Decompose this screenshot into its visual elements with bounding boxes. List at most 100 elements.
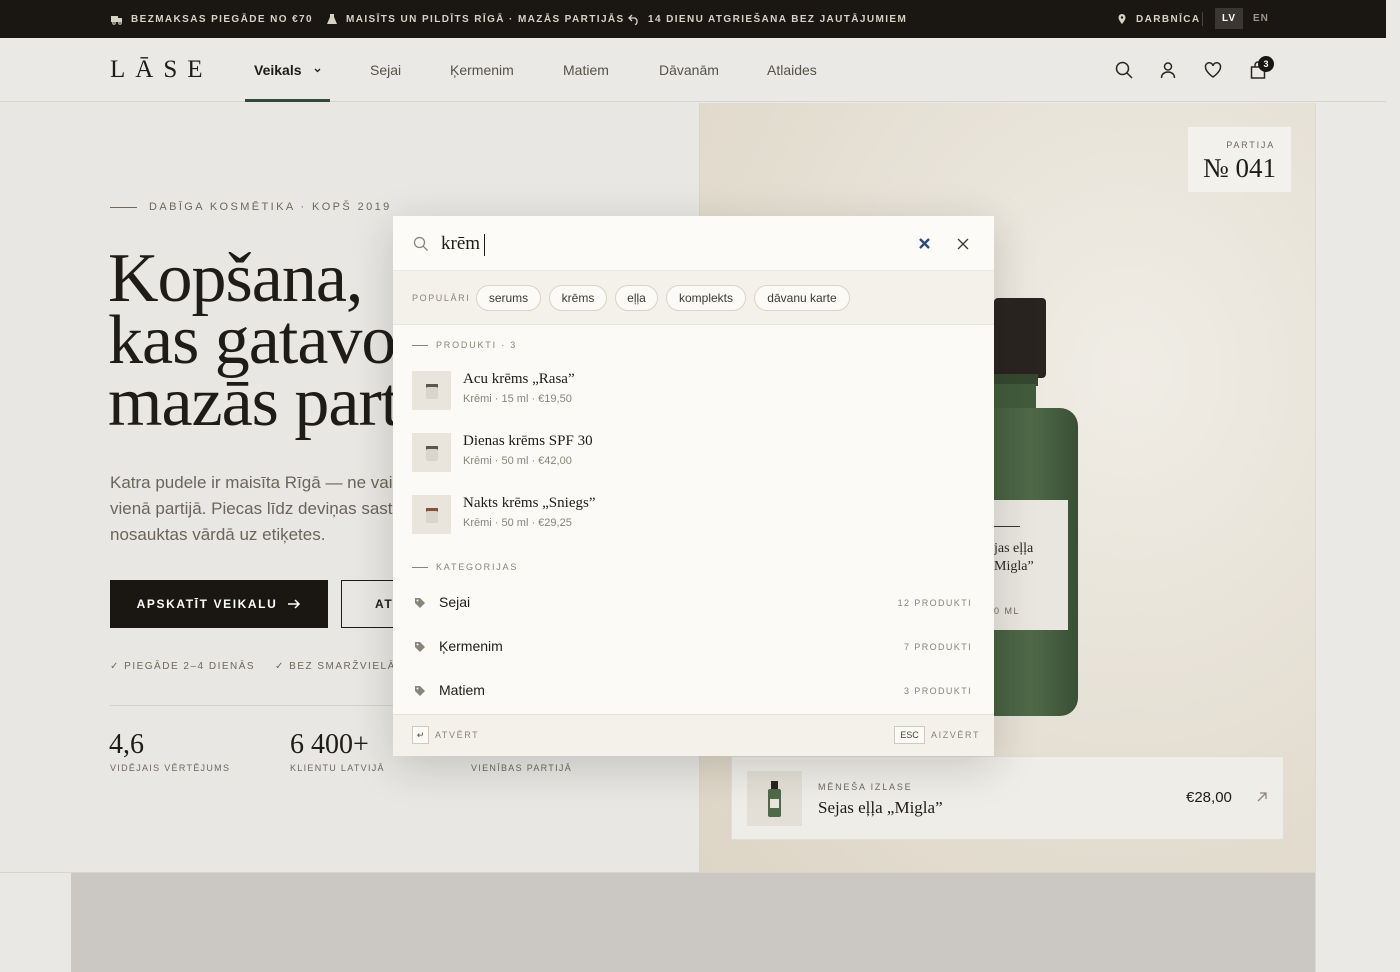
month-pick-thumbnail [747,771,802,826]
popular-chip[interactable]: serums [476,285,541,311]
category-name: Sejai [439,594,471,610]
nav-body[interactable]: Ķermenim [450,62,514,78]
feature-fragrance-free: ✓ BEZ SMARŽVIELĀM [275,661,406,672]
category-name: Matiem [439,682,485,698]
product-result[interactable]: Dienas krēms SPF 30 Krēmi · 50 ml · €42,… [412,433,974,473]
categories-section-label: KATEGORIJAS [412,562,518,572]
label-rule [994,526,1020,527]
esc-key-hint: ESC [894,726,925,744]
feature-delivery: ✓ PIEGĀDE 2–4 DIENĀS [110,661,256,672]
products-section-label: PRODUKTI · 3 [412,340,517,350]
close-icon[interactable] [956,237,970,251]
bottle-label-volume: 0 ML [994,606,1021,616]
batch-card: PARTIJA № 041 [1188,127,1291,192]
shop-button-label: APSKATĪT VEIKALU [136,597,278,611]
lang-en-button[interactable]: EN [1253,13,1269,24]
section-dash [412,344,428,346]
active-nav-indicator [245,99,330,102]
category-result[interactable]: Ķermenim 7 PRODUKTI [412,636,974,658]
workshop-link[interactable]: DARBNĪCA [1116,13,1201,25]
search-icon [413,236,428,251]
month-pick-title: Sejas eļļa „Migla” [818,798,943,817]
chevron-down-icon [314,68,321,73]
bottle-label: jas eļļa Migla” 0 ML [994,500,1068,630]
made-text: MAISĪTS UN PILDĪTS RĪGĀ · MAZĀS PARTIJĀS [346,13,625,25]
bottle-label-name: jas eļļa Migla” [994,541,1034,574]
popular-label: POPULĀRI [412,293,471,303]
popular-chip[interactable]: komplekts [666,285,746,311]
arrow-right-icon [288,599,301,609]
popular-chip[interactable]: eļļa [615,285,658,311]
next-section-panel [71,873,1315,972]
product-meta: Krēmi · 50 ml · €29,25 [463,517,572,529]
nav-hair[interactable]: Matiem [563,62,609,78]
products-label-text: PRODUKTI · 3 [436,340,518,350]
hero-eyebrow: DABĪGA KOSMĒTIKA · KOPŠ 2019 [110,201,392,213]
popular-searches: POPULĀRI serums krēms eļļa komplekts dāv… [393,271,994,325]
next-section [0,872,1315,972]
batch-number: № 041 [1202,153,1276,183]
search-footer: ↵ ATVĒRT ESC AIZVĒRT [393,714,994,756]
product-name: Dienas krēms SPF 30 [463,433,593,449]
product-thumbnail [412,495,451,534]
wishlist-heart-icon[interactable] [1203,60,1223,80]
eyebrow-text: DABĪGA KOSMĒTIKA · KOPŠ 2019 [149,201,392,213]
truck-icon [111,16,122,25]
returns-notice: 14 DIENU ATGRIEŠANA BEZ JAUTĀJUMIEM [628,13,907,25]
month-pick-kicker: MĒNEŠA IZLASE [818,782,913,792]
divider [1202,12,1203,26]
batch-label: PARTIJA [1226,140,1275,150]
jar-body [426,449,438,461]
location-pin-icon [1118,14,1126,24]
product-name: Acu krēms „Rasa” [463,371,575,387]
nav-shop-label: Veikals [254,62,302,78]
lang-lv-button[interactable]: LV [1215,8,1243,29]
product-thumbnail [412,371,451,410]
search-input[interactable] [441,228,841,260]
category-count: 3 PRODUKTI [903,686,972,696]
workshop-text: DARBNĪCA [1136,13,1201,25]
open-hint-label: ATVĒRT [435,730,480,740]
stat-customers-value: 6 400+ [290,729,369,760]
product-result[interactable]: Acu krēms „Rasa” Krēmi · 15 ml · €19,50 [412,371,974,411]
stat-rating-value: 4,6 [109,729,144,760]
section-dash [412,566,428,568]
month-pick-price: €28,00 [1186,789,1232,806]
cart-count-badge: 3 [1258,56,1274,72]
tag-icon [415,686,425,696]
nav-sale[interactable]: Atlaides [767,62,817,78]
search-icon[interactable] [1114,60,1134,80]
nav-gifts[interactable]: Dāvanām [659,62,719,78]
return-icon [628,14,638,25]
announcement-bar: BEZMAKSAS PIEGĀDE NO €70 MAISĪTS UN PILD… [0,0,1386,38]
category-result[interactable]: Sejai 12 PRODUKTI [412,592,974,614]
categories-label-text: KATEGORIJAS [436,562,519,572]
popular-chip[interactable]: dāvanu karte [754,285,850,311]
stat-rating-label: VIDĒJAIS VĒRTĒJUMS [110,763,231,773]
product-thumbnail [412,433,451,472]
clear-search-icon[interactable] [917,236,932,251]
product-meta: Krēmi · 50 ml · €42,00 [463,455,572,467]
jar-body [426,511,438,523]
returns-text: 14 DIENU ATGRIEŠANA BEZ JAUTĀJUMIEM [648,13,908,25]
shop-button[interactable]: APSKATĪT VEIKALU [110,580,328,628]
page-gutter [1315,103,1386,972]
enter-key-hint: ↵ [412,726,429,744]
eyebrow-dash [110,206,137,208]
month-pick-card[interactable]: MĒNEŠA IZLASE Sejas eļļa „Migla” €28,00 [731,756,1284,840]
popular-chip[interactable]: krēms [549,285,607,311]
text-caret [484,234,485,256]
product-meta: Krēmi · 15 ml · €19,50 [463,393,572,405]
flask-icon [327,14,337,24]
stat-batch-label: VIENĪBAS PARTIJĀ [471,763,572,773]
category-count: 7 PRODUKTI [903,642,972,652]
product-result[interactable]: Nakts krēms „Sniegs” Krēmi · 50 ml · €29… [412,495,974,535]
category-result[interactable]: Matiem 3 PRODUKTI [412,680,974,702]
account-icon[interactable] [1158,60,1178,80]
product-name: Nakts krēms „Sniegs” [463,495,596,511]
arrow-up-right-icon[interactable] [1256,791,1268,803]
nav-shop[interactable]: Veikals [254,62,322,78]
tag-icon [415,642,425,652]
nav-face[interactable]: Sejai [370,62,401,78]
logo[interactable]: LĀSE [110,56,213,84]
